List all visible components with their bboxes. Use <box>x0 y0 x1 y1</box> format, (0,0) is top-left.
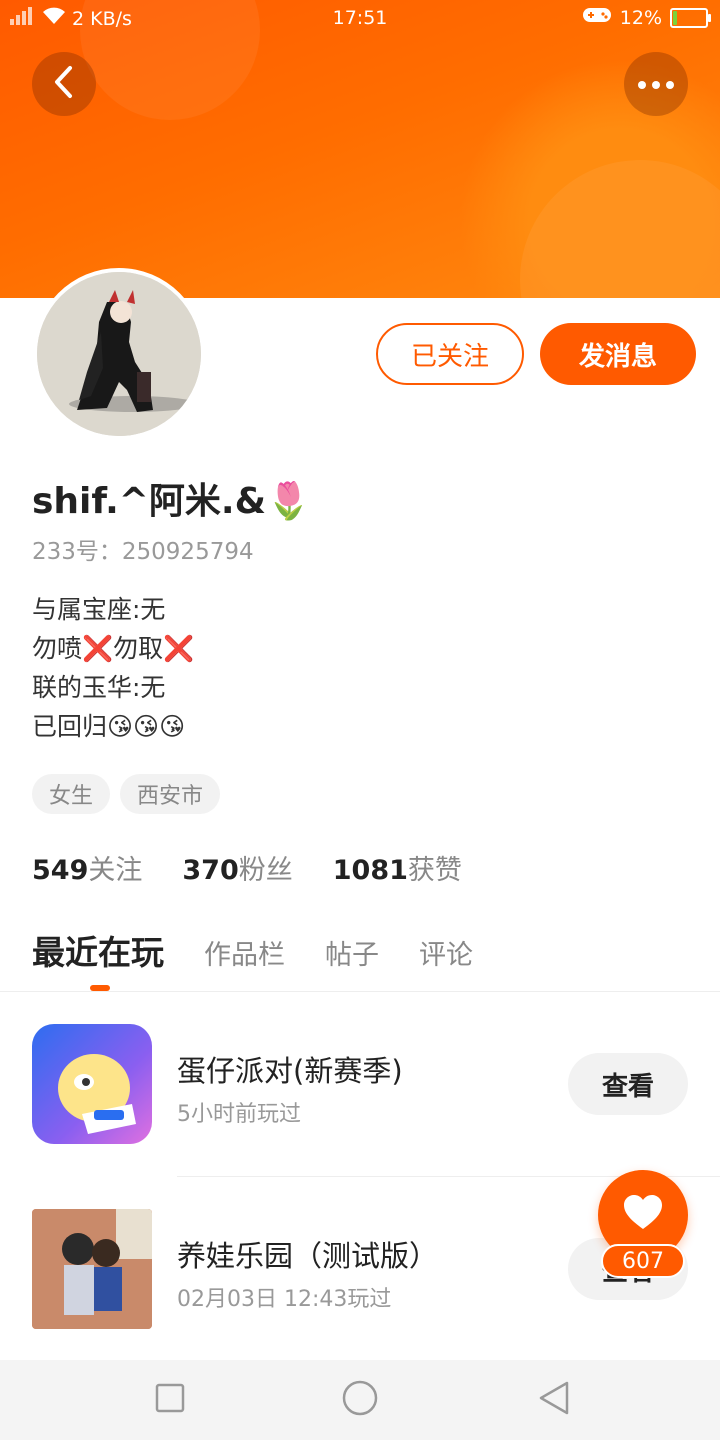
stat-value: 549 <box>32 855 89 886</box>
followed-button[interactable]: 已关注 <box>376 323 524 385</box>
system-nav-bar <box>0 1360 720 1440</box>
game-icon <box>32 1024 152 1144</box>
game-last-played: 02月03日 12:43玩过 <box>177 1287 392 1312</box>
profile-tags: 女生 西安市 <box>32 774 221 814</box>
tab-comments[interactable]: 评论 <box>419 933 473 972</box>
tab-works[interactable]: 作品栏 <box>204 933 285 972</box>
back-button[interactable] <box>32 52 96 116</box>
bio-line: 联的玉华:无 <box>32 673 166 702</box>
stat-label: 获赞 <box>407 855 462 886</box>
like-count: 607 <box>601 1244 685 1278</box>
battery-icon <box>670 7 711 28</box>
gamepad-icon <box>582 6 612 29</box>
status-bar: 2 KB/s 17:51 12% <box>0 0 720 38</box>
heart-icon <box>623 1195 663 1235</box>
clock: 17:51 <box>332 7 388 29</box>
bio: 与属宝座:无 勿喷❌勿取❌ 联的玉华:无 已回归😘😘😘 <box>32 590 194 746</box>
stat-value: 1081 <box>332 855 408 886</box>
stat-likes[interactable]: 1081获赞 <box>333 848 462 887</box>
profile-stats: 549关注 370粉丝 1081获赞 <box>32 848 462 887</box>
divider <box>0 991 720 992</box>
back-nav-button[interactable] <box>534 1380 574 1420</box>
view-game-button[interactable]: 查看 <box>568 1053 688 1115</box>
stat-following[interactable]: 549关注 <box>32 848 142 887</box>
battery-level <box>673 10 677 25</box>
tab-recently-played[interactable]: 最近在玩 <box>32 926 164 974</box>
game-last-played: 5小时前玩过 <box>177 1102 301 1127</box>
chevron-left-icon <box>52 65 76 103</box>
circle-icon <box>341 1379 379 1421</box>
more-button[interactable] <box>624 52 688 116</box>
square-icon <box>155 1383 185 1417</box>
recent-apps-button[interactable] <box>150 1380 190 1420</box>
battery-percent: 12% <box>619 6 662 29</box>
stat-followers[interactable]: 370粉丝 <box>182 848 292 887</box>
banner-decoration <box>520 160 720 298</box>
tag-city: 西安市 <box>120 774 221 814</box>
stat-label: 关注 <box>88 855 143 886</box>
tag-gender: 女生 <box>32 774 111 814</box>
bio-line: 已回归😘😘😘 <box>32 712 186 741</box>
bio-line: 勿喷❌勿取❌ <box>32 634 195 663</box>
triangle-back-icon <box>537 1380 571 1420</box>
game-icon <box>32 1209 152 1329</box>
send-message-button[interactable]: 发消息 <box>540 323 696 385</box>
list-item[interactable]: 蛋仔派对(新赛季) 5小时前玩过 查看 <box>0 1008 720 1158</box>
home-button[interactable] <box>340 1380 380 1420</box>
username: shif.^阿米.&🌷 <box>32 481 311 522</box>
more-dots-icon <box>636 75 676 94</box>
profile-header-banner <box>0 0 720 298</box>
game-name: 养娃乐园（测试版） <box>177 1239 439 1273</box>
avatar-image <box>37 272 201 436</box>
profile-tabs: 最近在玩 作品栏 帖子 评论 <box>32 926 513 974</box>
stat-label: 粉丝 <box>238 855 293 886</box>
game-name: 蛋仔派对(新赛季) <box>177 1054 403 1088</box>
stat-value: 370 <box>182 855 239 886</box>
tab-posts[interactable]: 帖子 <box>325 933 379 972</box>
bio-line: 与属宝座:无 <box>32 595 166 624</box>
user-id: 233号：250925794 <box>32 539 254 565</box>
avatar[interactable] <box>33 268 205 440</box>
